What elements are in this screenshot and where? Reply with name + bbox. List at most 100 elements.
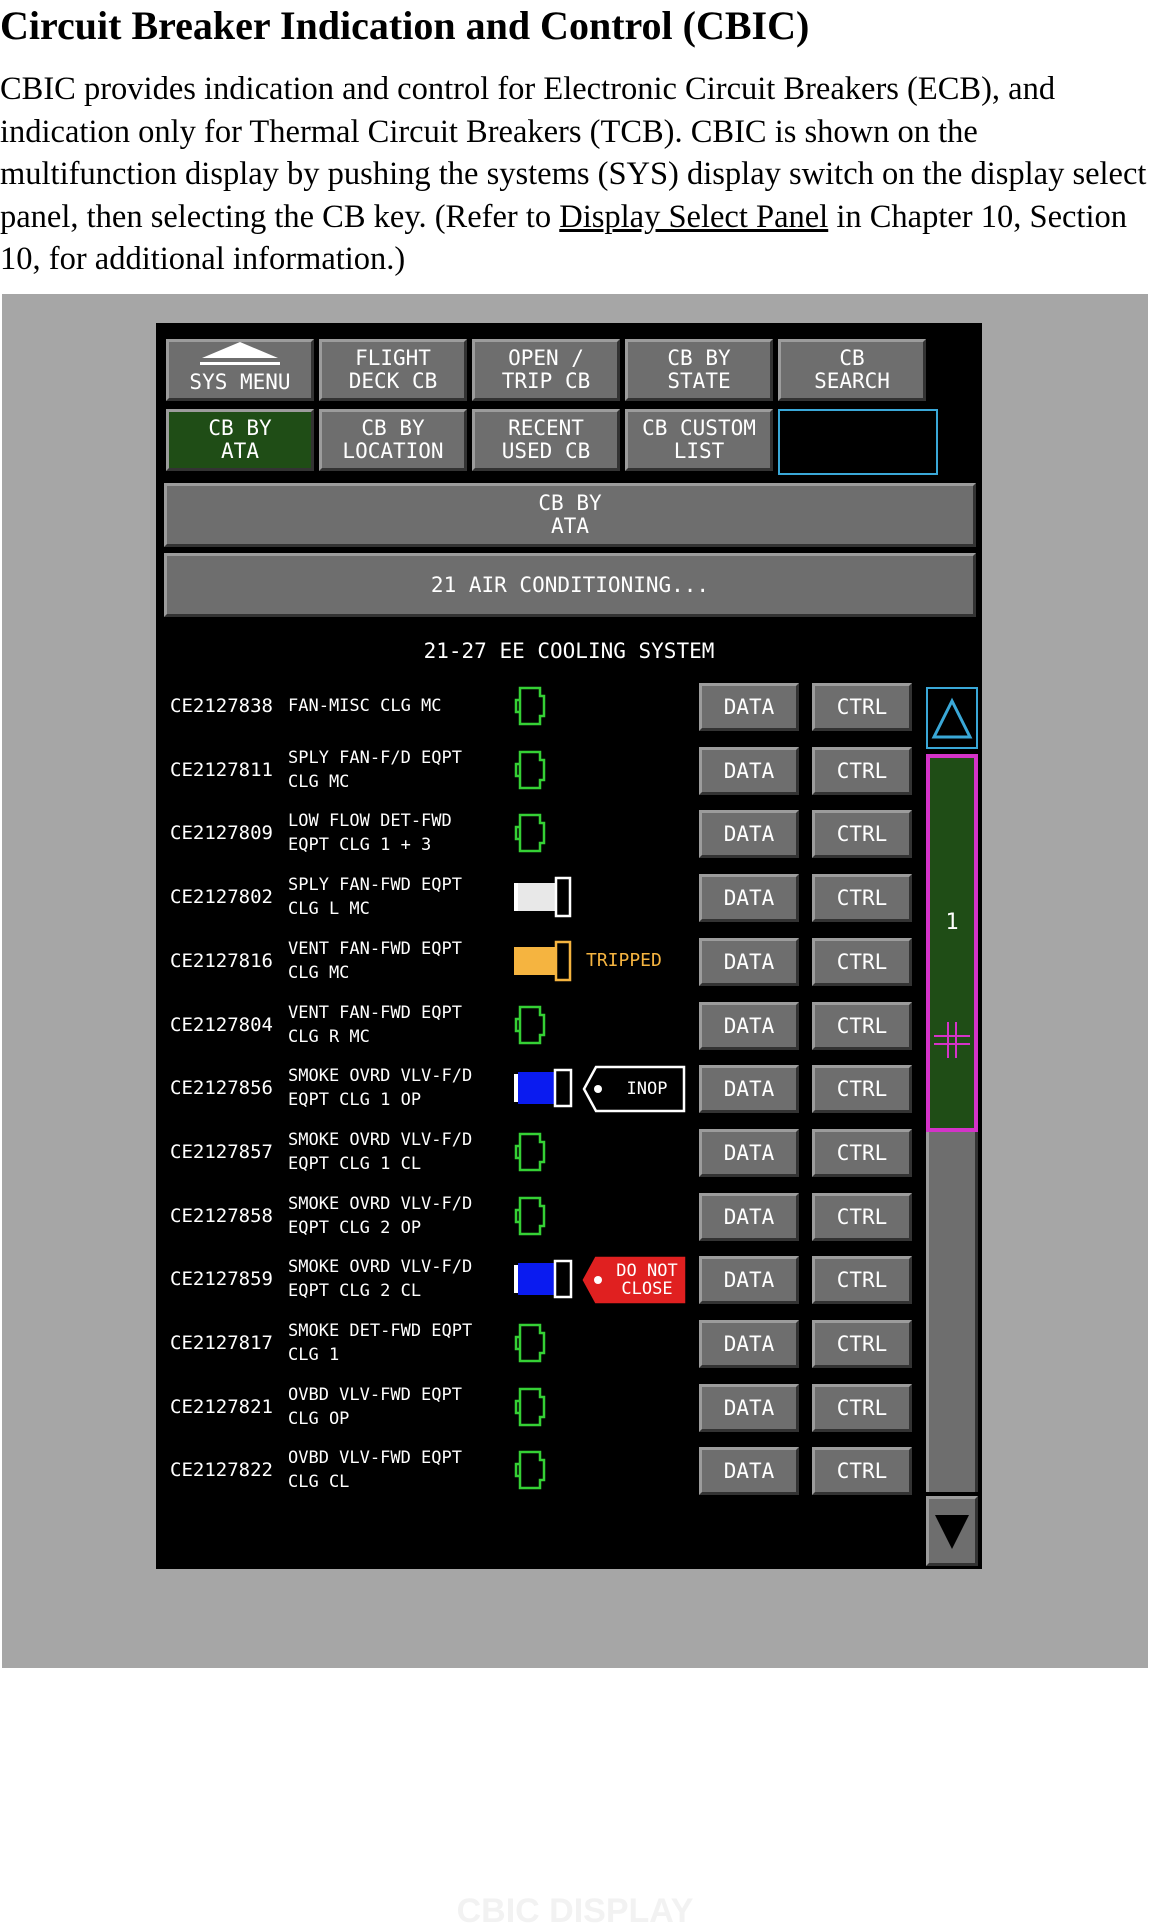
ctrl-button[interactable]: CTRL	[812, 746, 912, 795]
scroll-down-button[interactable]	[926, 1496, 978, 1566]
breaker-id: CE2127809	[170, 822, 273, 845]
cb-custom-list-button[interactable]: CB CUSTOM LIST	[625, 409, 773, 471]
data-button[interactable]: DATA	[699, 1065, 799, 1114]
data-button[interactable]: DATA	[699, 1256, 799, 1305]
flight-deck-cb-button[interactable]: FLIGHT DECK CB	[319, 339, 467, 401]
breaker-id: CE2127858	[170, 1204, 273, 1227]
cb-by-state-label: CB BY STATE	[667, 346, 731, 393]
cb-by-ata-button[interactable]: CB BY ATA	[166, 409, 314, 471]
open-trip-cb-label: OPEN / TRIP CB	[501, 346, 591, 393]
breaker-row: CE2127838 FAN-MISC CLG MC DATA CTRL	[156, 675, 956, 737]
data-button[interactable]: DATA	[699, 1001, 799, 1050]
page-1-thumb[interactable]: 1	[926, 754, 978, 1132]
breaker-id: CE2127821	[170, 1395, 273, 1418]
breaker-row: CE2127802 SPLY FAN-FWD EQPT CLG L MC DATA C…	[156, 866, 956, 928]
display-select-panel-link[interactable]: Display Select Panel	[559, 199, 828, 235]
data-button[interactable]: DATA	[699, 683, 799, 731]
breaker-closed-icon	[514, 1385, 578, 1429]
breaker-closed-icon	[514, 811, 578, 855]
scroll-up-triangle-icon	[931, 697, 973, 739]
breaker-row: CE2127809 LOW FLOW DET-FWD EQPT CLG 1 + 3…	[156, 802, 956, 864]
breaker-name: SMOKE OVRD VLV-F/D EQPT CLG 2 OP	[288, 1193, 473, 1238]
breaker-tag-text: INOP	[626, 1079, 668, 1100]
cb-search-button[interactable]: CB SEARCH	[778, 339, 926, 401]
breaker-id: CE2127811	[170, 758, 273, 781]
figure-caption: CBIC DISPLAY	[456, 1892, 694, 1930]
ctrl-button[interactable]: CTRL	[812, 1320, 912, 1368]
intro-paragraph: CBIC provides indication and control for…	[0, 68, 1148, 281]
ctrl-button[interactable]: CTRL	[812, 810, 912, 859]
ctrl-button[interactable]: CTRL	[812, 683, 912, 731]
scroll-down-triangle-icon	[935, 1515, 969, 1549]
blank-selection-box[interactable]	[778, 409, 938, 475]
data-button[interactable]: DATA	[699, 1192, 799, 1241]
ctrl-button[interactable]: CTRL	[812, 1383, 912, 1432]
data-button[interactable]: DATA	[699, 1447, 799, 1496]
breaker-name: SMOKE OVRD VLV-F/D EQPT CLG 1 CL	[288, 1129, 473, 1174]
ctrl-button[interactable]: CTRL	[812, 874, 912, 923]
ata-chapter-label: 21 AIR CONDITIONING...	[430, 572, 710, 597]
breaker-id: CE2127856	[170, 1077, 273, 1100]
ctrl-button[interactable]: CTRL	[812, 1256, 912, 1305]
ctrl-button[interactable]: CTRL	[812, 1128, 912, 1177]
page-title: Circuit Breaker Indication and Control (…	[0, 3, 810, 48]
menu-up-line	[200, 362, 280, 365]
breaker-row: CE2127821 OVBD VLV-FWD EQPT CLG OP DATA CTR…	[156, 1376, 956, 1438]
breaker-id: CE2127817	[170, 1332, 273, 1354]
breaker-id: CE2127822	[170, 1459, 273, 1482]
ata-chapter-selector[interactable]: 21 AIR CONDITIONING...	[164, 553, 976, 617]
cb-by-location-button[interactable]: CB BY LOCATION	[319, 409, 467, 471]
breaker-row: CE2127817 SMOKE DET-FWD EQPT CLG 1 DATA CTR…	[156, 1312, 956, 1374]
breaker-id: CE2127859	[170, 1268, 273, 1291]
breaker-closed-icon	[514, 1130, 578, 1174]
ctrl-button[interactable]: CTRL	[812, 1192, 912, 1241]
data-button[interactable]: DATA	[699, 746, 799, 795]
breaker-closed-icon	[514, 1194, 578, 1238]
breaker-row: CE2127859 SMOKE OVRD VLV-F/D EQPT CLG 2 C…	[156, 1248, 956, 1310]
cb-by-state-button[interactable]: CB BY STATE	[625, 339, 773, 401]
cb-by-ata-label: CB BY ATA	[208, 416, 272, 463]
breaker-name: SMOKE OVRD VLV-F/D EQPT CLG 2 CL	[288, 1257, 473, 1302]
recent-used-cb-button[interactable]: RECENT USED CB	[472, 409, 620, 471]
menu-up-triangle-icon	[202, 342, 278, 358]
flight-deck-cb-label: FLIGHT DECK CB	[348, 346, 438, 393]
ctrl-button[interactable]: CTRL	[812, 1447, 912, 1496]
breaker-id: CE2127804	[170, 1013, 273, 1036]
breaker-name: SPLY FAN-FWD EQPT CLG L MC	[288, 875, 462, 920]
cb-by-ata-header-bar: CB BY ATA	[164, 483, 976, 547]
header-bar-label: CB BY ATA	[538, 491, 602, 538]
cbic-display: SYS MENU FLIGHT DECK CB OPEN / TRIP CB C…	[156, 323, 982, 1569]
breaker-collared-icon	[514, 1066, 578, 1110]
data-button[interactable]: DATA	[699, 1128, 799, 1177]
sys-menu-button[interactable]: SYS MENU	[166, 339, 314, 401]
breaker-name: VENT FAN-FWD EQPT CLG MC	[288, 938, 462, 983]
cb-search-label: CB SEARCH	[814, 346, 890, 393]
data-button[interactable]: DATA	[699, 874, 799, 923]
breaker-closed-icon	[514, 1321, 578, 1365]
breaker-name: OVBD VLV-FWD EQPT CLG OP	[288, 1384, 462, 1429]
breaker-name: SMOKE OVRD VLV-F/D EQPT CLG 1 OP	[288, 1066, 473, 1111]
ctrl-button[interactable]: CTRL	[812, 1001, 912, 1050]
breaker-id: CE2127816	[170, 949, 273, 972]
data-button[interactable]: DATA	[699, 937, 799, 986]
breaker-name: LOW FLOW DET-FWD EQPT CLG 1 + 3	[288, 811, 452, 856]
breaker-row: CE2127857 SMOKE OVRD VLV-F/D EQPT CLG 1 C…	[156, 1121, 956, 1183]
breaker-collared-icon	[514, 1257, 578, 1301]
data-button[interactable]: DATA	[699, 810, 799, 859]
breaker-row: CE2127811 SPLY FAN-F/D EQPT CLG MC DATA CTR…	[156, 739, 956, 801]
breaker-row: CE2127816 VENT FAN-FWD EQPT CLG MC TRIPPED…	[156, 930, 956, 992]
breaker-name: VENT FAN-FWD EQPT CLG R MC	[288, 1002, 462, 1047]
page-1-label: 1	[945, 910, 959, 935]
open-trip-cb-button[interactable]: OPEN / TRIP CB	[472, 339, 620, 401]
scroll-up-button[interactable]	[926, 687, 978, 749]
breaker-closed-icon	[514, 748, 578, 792]
breaker-row: CE2127822 OVBD VLV-FWD EQPT CLG CL DATA CTR…	[156, 1439, 956, 1501]
crosshair-cursor-icon	[934, 1022, 970, 1058]
data-button[interactable]: DATA	[699, 1320, 799, 1368]
ctrl-button[interactable]: CTRL	[812, 937, 912, 986]
data-button[interactable]: DATA	[699, 1383, 799, 1432]
breaker-name: SMOKE DET-FWD EQPT CLG 1	[288, 1321, 473, 1365]
cb-custom-list-label: CB CUSTOM LIST	[642, 416, 756, 463]
breaker-id: CE2127802	[170, 886, 273, 909]
ctrl-button[interactable]: CTRL	[812, 1065, 912, 1114]
